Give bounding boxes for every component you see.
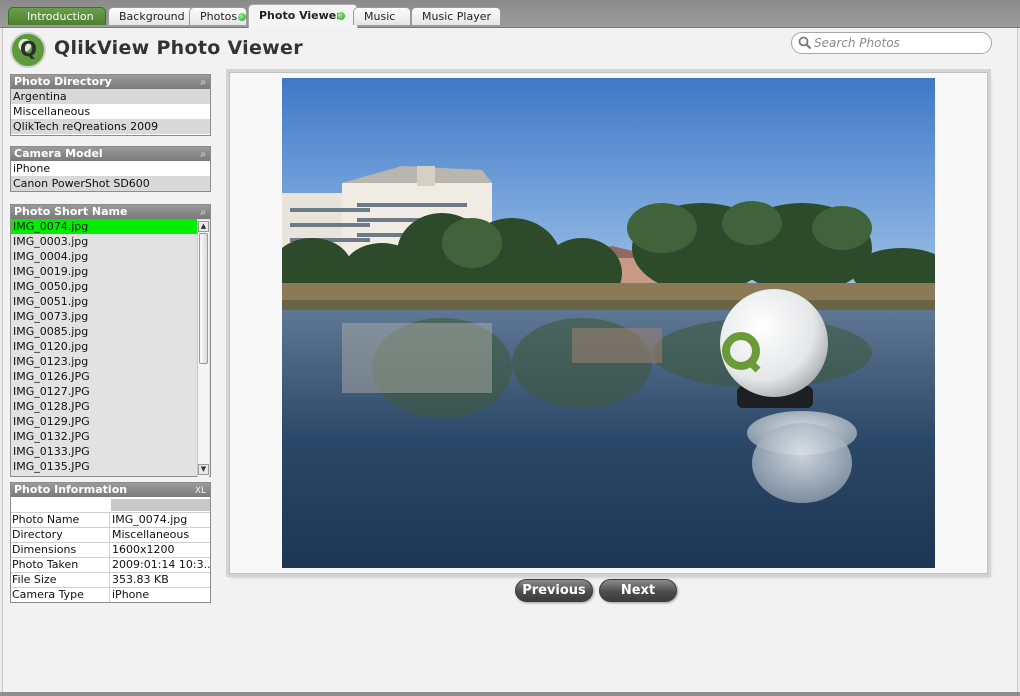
list-item[interactable]: Argentina bbox=[11, 89, 210, 104]
list-item[interactable]: IMG_0126.JPG bbox=[11, 369, 197, 384]
tab-introduction[interactable]: Introduction bbox=[8, 7, 106, 25]
table-caption: Photo Information XL bbox=[11, 483, 210, 497]
tab-music-player[interactable]: Music Player bbox=[411, 7, 501, 25]
table-row: Dimensions 1600x1200 bbox=[11, 542, 210, 557]
tab-label: Music bbox=[364, 10, 396, 23]
vertical-scrollbar[interactable]: ▲ ▼ bbox=[197, 220, 209, 477]
search-box[interactable] bbox=[791, 32, 992, 54]
list-item[interactable]: IMG_0132.JPG bbox=[11, 429, 197, 444]
table-cell-value: 353.83 KB bbox=[112, 573, 169, 586]
table-cell-label: Dimensions bbox=[11, 543, 110, 557]
tab-background[interactable]: Background bbox=[108, 7, 194, 25]
table-cell-value: 1600x1200 bbox=[112, 543, 175, 556]
list-item[interactable]: IMG_0003.jpg bbox=[11, 234, 197, 249]
list-item[interactable]: IMG_0085.jpg bbox=[11, 324, 197, 339]
sheet-bottom-border bbox=[0, 692, 1020, 696]
scrollbar-thumb[interactable] bbox=[199, 233, 208, 364]
photo-viewer-frame bbox=[229, 72, 988, 574]
table-cell-value: Miscellaneous bbox=[112, 528, 190, 541]
photo-list: IMG_0074.jpg IMG_0003.jpg IMG_0004.jpg I… bbox=[11, 219, 197, 474]
list-item[interactable]: IMG_0120.jpg bbox=[11, 339, 197, 354]
list-item[interactable]: IMG_0135.JPG bbox=[11, 459, 197, 474]
list-item[interactable]: IMG_0050.jpg bbox=[11, 279, 197, 294]
table-row: Photo Name IMG_0074.jpg bbox=[11, 512, 210, 527]
tab-label: Photos bbox=[200, 10, 238, 23]
listbox-caption: Photo Directory ⌕ bbox=[11, 75, 210, 89]
list-item[interactable]: IMG_0123.jpg bbox=[11, 354, 197, 369]
list-item[interactable]: IMG_0129.JPG bbox=[11, 414, 197, 429]
table-cell-value: 2009:01:14 10:3... bbox=[112, 558, 210, 571]
list-item[interactable]: Miscellaneous bbox=[11, 104, 210, 119]
list-item[interactable]: IMG_0073.jpg bbox=[11, 309, 197, 324]
photo-image bbox=[282, 78, 935, 568]
search-icon[interactable]: ⌕ bbox=[200, 76, 206, 90]
list-item[interactable]: IMG_0051.jpg bbox=[11, 294, 197, 309]
search-icon[interactable]: ⌕ bbox=[200, 148, 206, 162]
tab-label: Background bbox=[119, 10, 185, 23]
listbox-caption: Camera Model ⌕ bbox=[11, 147, 210, 161]
table-header-row bbox=[11, 497, 210, 512]
search-icon[interactable]: ⌕ bbox=[200, 206, 206, 220]
tab-label: Introduction bbox=[27, 10, 94, 23]
table-row: File Size 353.83 KB bbox=[11, 572, 210, 587]
tab-photos[interactable]: Photos bbox=[189, 7, 247, 25]
tab-label: Music Player bbox=[422, 10, 492, 23]
listbox-title: Camera Model bbox=[14, 147, 103, 160]
list-item[interactable]: IMG_0127.JPG bbox=[11, 384, 197, 399]
status-dot-icon bbox=[337, 12, 345, 20]
list-item[interactable]: IMG_0004.jpg bbox=[11, 249, 197, 264]
table-header-cell bbox=[111, 499, 210, 511]
list-item[interactable]: IMG_0019.jpg bbox=[11, 264, 197, 279]
tab-label: Photo Viewer bbox=[259, 9, 342, 22]
list-item-selected[interactable]: IMG_0074.jpg bbox=[11, 219, 197, 234]
excel-export-icon[interactable]: XL bbox=[195, 484, 206, 498]
tab-bar: Introduction Background Photos Photo Vie… bbox=[0, 0, 1020, 28]
status-dot-icon bbox=[238, 13, 246, 21]
listbox-caption: Photo Short Name ⌕ bbox=[11, 205, 210, 219]
photo-short-name-listbox: Photo Short Name ⌕ IMG_0074.jpg IMG_0003.… bbox=[10, 204, 211, 477]
list-item[interactable]: QlikTech reQreations 2009 bbox=[11, 119, 210, 134]
table-cell-label: Photo Name bbox=[11, 513, 110, 527]
table-cell-label: Directory bbox=[11, 528, 110, 542]
photo-directory-listbox: Photo Directory ⌕ Argentina Miscellaneous… bbox=[10, 74, 211, 136]
table-cell-value: iPhone bbox=[112, 588, 150, 601]
page-title: QlikView Photo Viewer bbox=[54, 37, 303, 59]
logo-letter: Q bbox=[20, 37, 38, 61]
camera-model-listbox: Camera Model ⌕ iPhone Canon PowerShot SD6… bbox=[10, 146, 211, 192]
table-cell-value: IMG_0074.jpg bbox=[112, 513, 188, 526]
list-item[interactable]: iPhone bbox=[11, 161, 210, 176]
photo-information-table: Photo Information XL Photo Name IMG_0074.j… bbox=[10, 482, 211, 603]
next-button[interactable]: Next bbox=[599, 579, 677, 602]
listbox-title: Photo Short Name bbox=[14, 205, 128, 218]
table-row: Directory Miscellaneous bbox=[11, 527, 210, 542]
list-item[interactable]: IMG_0128.JPG bbox=[11, 399, 197, 414]
arrow-up-icon[interactable]: ▲ bbox=[198, 221, 209, 232]
listbox-title: Photo Directory bbox=[14, 75, 112, 88]
search-icon bbox=[798, 36, 812, 50]
table-row: Camera Type iPhone bbox=[11, 587, 210, 602]
arrow-down-icon[interactable]: ▼ bbox=[198, 464, 209, 475]
tab-photo-viewer[interactable]: Photo Viewer bbox=[248, 4, 358, 28]
qlikview-logo-icon: Q bbox=[10, 32, 46, 68]
search-input[interactable] bbox=[814, 35, 986, 51]
tab-music[interactable]: Music bbox=[353, 7, 411, 25]
table-cell-label: Photo Taken bbox=[11, 558, 110, 572]
previous-button[interactable]: Previous bbox=[515, 579, 593, 602]
table-title: Photo Information bbox=[14, 483, 128, 496]
list-item[interactable]: IMG_0133.JPG bbox=[11, 444, 197, 459]
table-row: Photo Taken 2009:01:14 10:3... bbox=[11, 557, 210, 572]
table-cell-label: File Size bbox=[11, 573, 110, 587]
table-cell-label: Camera Type bbox=[11, 588, 110, 602]
list-item[interactable]: Canon PowerShot SD600 bbox=[11, 176, 210, 191]
